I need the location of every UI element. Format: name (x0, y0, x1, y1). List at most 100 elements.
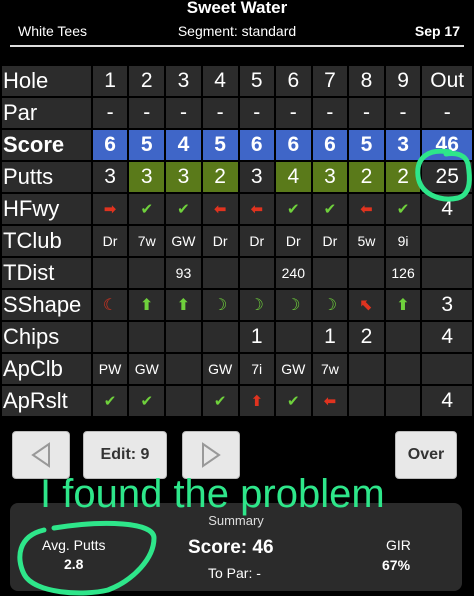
out-total-cell[interactable] (422, 258, 472, 288)
hole-cell[interactable]: ✔ (275, 386, 311, 416)
out-total-cell[interactable] (422, 226, 472, 256)
out-total-cell[interactable]: 46 (422, 130, 472, 160)
hole-cell[interactable] (166, 322, 201, 352)
hole-cell[interactable] (129, 258, 165, 288)
hole-cell[interactable]: Dr (92, 226, 128, 256)
out-total-cell[interactable]: 4 (422, 322, 472, 352)
out-total-cell[interactable] (422, 354, 472, 384)
hole-cell[interactable]: 1 (92, 66, 128, 96)
hole-cell[interactable]: 4 (202, 66, 238, 96)
hole-cell[interactable] (239, 258, 274, 288)
hole-cell[interactable]: - (275, 98, 311, 128)
hole-cell[interactable]: 3 (385, 130, 421, 160)
hole-cell[interactable]: ⬆ (129, 290, 165, 320)
hole-cell[interactable]: - (239, 98, 274, 128)
hole-cell[interactable]: 9 (385, 66, 421, 96)
hole-cell[interactable]: 5 (202, 130, 238, 160)
hole-cell[interactable]: ✔ (92, 386, 128, 416)
hole-cell[interactable]: - (385, 98, 421, 128)
hole-cell[interactable]: 3 (239, 162, 274, 192)
hole-cell[interactable]: Dr (202, 226, 238, 256)
hole-cell[interactable]: PW (92, 354, 128, 384)
hole-cell[interactable]: - (92, 98, 128, 128)
hole-cell[interactable]: 6 (92, 130, 128, 160)
hole-cell[interactable]: 2 (349, 322, 384, 352)
hole-cell[interactable]: 5 (129, 130, 165, 160)
hole-cell[interactable]: - (202, 98, 238, 128)
hole-cell[interactable]: 93 (166, 258, 201, 288)
hole-cell[interactable]: ➡ (92, 194, 128, 224)
hole-cell[interactable] (385, 322, 421, 352)
out-total-cell[interactable]: - (422, 98, 472, 128)
hole-cell[interactable] (385, 354, 421, 384)
over-button[interactable]: Over (395, 431, 457, 479)
hole-cell[interactable]: 5w (349, 226, 384, 256)
hole-cell[interactable]: Dr (312, 226, 348, 256)
hole-cell[interactable]: 3 (166, 66, 201, 96)
hole-cell[interactable]: GW (166, 226, 201, 256)
hole-cell[interactable]: 2 (385, 162, 421, 192)
hole-cell[interactable] (166, 386, 201, 416)
out-total-cell[interactable]: 4 (422, 194, 472, 224)
hole-cell[interactable]: GW (202, 354, 238, 384)
hole-cell[interactable]: Dr (239, 226, 274, 256)
hole-cell[interactable]: 6 (275, 130, 311, 160)
hole-cell[interactable]: 3 (312, 162, 348, 192)
hole-cell[interactable] (202, 322, 238, 352)
out-total-cell[interactable]: 3 (422, 290, 472, 320)
hole-cell[interactable]: 5 (239, 66, 274, 96)
hole-cell[interactable]: ✔ (275, 194, 311, 224)
hole-cell[interactable]: Dr (275, 226, 311, 256)
hole-cell[interactable]: 3 (129, 162, 165, 192)
hole-cell[interactable]: 6 (275, 66, 311, 96)
hole-cell[interactable]: 1 (312, 322, 348, 352)
hole-cell[interactable] (166, 354, 201, 384)
hole-cell[interactable] (349, 386, 384, 416)
hole-cell[interactable]: ⬅ (202, 194, 238, 224)
hole-cell[interactable]: 7i (239, 354, 274, 384)
hole-cell[interactable]: ⬅ (239, 194, 274, 224)
hole-cell[interactable]: 9i (385, 226, 421, 256)
hole-cell[interactable]: ⬅ (349, 194, 384, 224)
hole-cell[interactable]: 1 (239, 322, 274, 352)
hole-cell[interactable]: ⬆ (166, 290, 201, 320)
hole-cell[interactable]: ✔ (202, 386, 238, 416)
hole-cell[interactable]: 7 (312, 66, 348, 96)
hole-cell[interactable] (92, 322, 128, 352)
hole-cell[interactable] (349, 354, 384, 384)
hole-cell[interactable]: ⬆ (239, 386, 274, 416)
hole-cell[interactable]: - (312, 98, 348, 128)
hole-cell[interactable]: ☽ (239, 290, 274, 320)
out-total-cell[interactable]: 4 (422, 386, 472, 416)
hole-cell[interactable]: - (166, 98, 201, 128)
hole-cell[interactable]: 4 (275, 162, 311, 192)
hole-cell[interactable]: 2 (202, 162, 238, 192)
hole-cell[interactable]: - (129, 98, 165, 128)
hole-cell[interactable]: 4 (166, 130, 201, 160)
hole-cell[interactable] (385, 386, 421, 416)
hole-cell[interactable]: ✔ (166, 194, 201, 224)
hole-cell[interactable]: 2 (129, 66, 165, 96)
out-total-cell[interactable]: Out (422, 66, 472, 96)
hole-cell[interactable]: ⬅ (312, 386, 348, 416)
segment-label[interactable]: Segment: standard (0, 23, 474, 39)
hole-cell[interactable]: ☽ (275, 290, 311, 320)
hole-cell[interactable]: ☽ (202, 290, 238, 320)
hole-cell[interactable] (92, 258, 128, 288)
hole-cell[interactable] (202, 258, 238, 288)
hole-cell[interactable]: ✔ (385, 194, 421, 224)
hole-cell[interactable]: 2 (349, 162, 384, 192)
hole-cell[interactable] (349, 258, 384, 288)
hole-cell[interactable]: 6 (239, 130, 274, 160)
hole-cell[interactable]: ⬉ (349, 290, 384, 320)
hole-cell[interactable]: 6 (312, 130, 348, 160)
hole-cell[interactable]: 8 (349, 66, 384, 96)
hole-cell[interactable]: ☽ (312, 290, 348, 320)
hole-cell[interactable]: 5 (349, 130, 384, 160)
hole-cell[interactable]: 7w (129, 226, 165, 256)
hole-cell[interactable]: 7w (312, 354, 348, 384)
hole-cell[interactable]: ⬆ (385, 290, 421, 320)
hole-cell[interactable]: 3 (166, 162, 201, 192)
hole-cell[interactable]: - (349, 98, 384, 128)
out-total-cell[interactable]: 25 (422, 162, 472, 192)
